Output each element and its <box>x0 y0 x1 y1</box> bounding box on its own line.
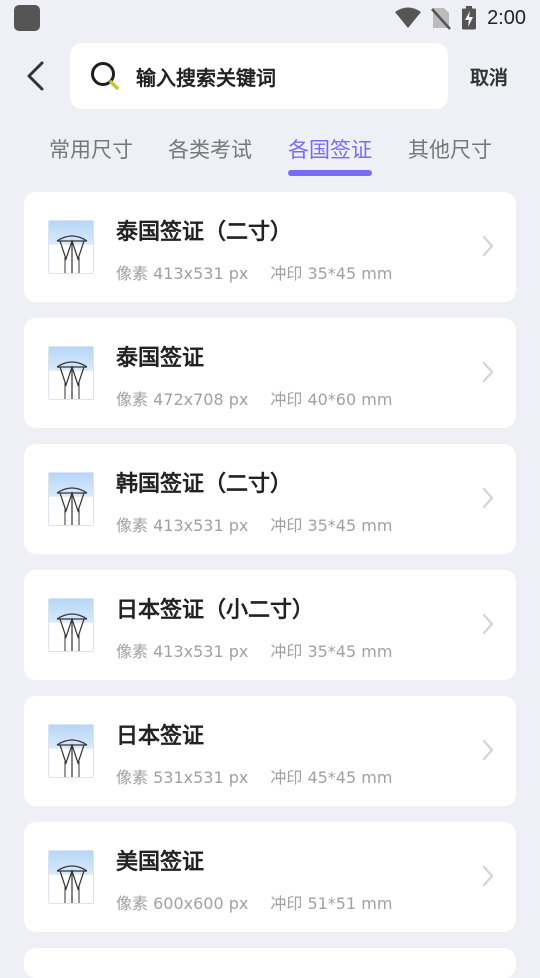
tab-exams[interactable]: 各类考试 <box>168 134 252 164</box>
back-arrow-icon <box>27 61 44 91</box>
list-item[interactable]: 韩国签证（二寸） 像素 413x531 px 冲印 35*45 mm <box>24 444 516 554</box>
visa-size-list: 泰国签证（二寸） 像素 413x531 px 冲印 35*45 mm 泰国签证 像… <box>24 192 516 978</box>
search-icon <box>91 62 119 90</box>
wifi-icon <box>395 7 422 28</box>
list-item[interactable]: 泰国签证 像素 472x708 px 冲印 40*60 mm <box>24 318 516 428</box>
status-bar: 2:00 <box>0 0 540 36</box>
item-pixel-size: 像素 472x708 px <box>116 390 249 409</box>
item-print-size: 冲印 51*51 mm <box>270 894 393 913</box>
item-print-size: 冲印 40*60 mm <box>270 390 393 409</box>
top-bar: 输入搜索关键词 取消 <box>0 42 540 110</box>
item-meta: 像素 413x531 px 冲印 35*45 mm <box>116 260 392 284</box>
list-item[interactable]: 日本签证 像素 531x531 px 冲印 45*45 mm <box>24 696 516 806</box>
photo-thumbnail-icon <box>48 724 94 778</box>
item-pixel-size: 像素 413x531 px <box>116 516 249 535</box>
item-print-size: 冲印 35*45 mm <box>270 264 393 283</box>
list-item[interactable]: 美国签证 像素 600x600 px 冲印 51*51 mm <box>24 822 516 932</box>
chevron-right-icon <box>482 487 494 509</box>
tab-other-sizes[interactable]: 其他尺寸 <box>408 134 492 164</box>
item-print-size: 冲印 35*45 mm <box>270 516 393 535</box>
item-print-size: 冲印 35*45 mm <box>270 642 393 661</box>
item-meta: 像素 600x600 px 冲印 51*51 mm <box>116 890 392 914</box>
tab-visas[interactable]: 各国签证 <box>288 134 372 164</box>
no-sim-icon <box>431 8 451 30</box>
item-meta: 像素 472x708 px 冲印 40*60 mm <box>116 386 392 410</box>
back-button[interactable] <box>0 42 70 110</box>
list-item-partial[interactable] <box>24 948 516 978</box>
item-title: 日本签证 <box>116 724 205 749</box>
search-placeholder: 输入搜索关键词 <box>136 65 276 90</box>
chevron-right-icon <box>482 865 494 887</box>
item-print-size: 冲印 45*45 mm <box>270 768 393 787</box>
item-pixel-size: 像素 413x531 px <box>116 264 249 283</box>
category-tabs: 常用尺寸 各类考试 各国签证 其他尺寸 <box>0 128 540 178</box>
item-pixel-size: 像素 600x600 px <box>116 894 249 913</box>
photo-thumbnail-icon <box>48 346 94 400</box>
item-title: 泰国签证 <box>116 346 205 371</box>
photo-thumbnail-icon <box>48 220 94 274</box>
list-item[interactable]: 日本签证（小二寸） 像素 413x531 px 冲印 35*45 mm <box>24 570 516 680</box>
chevron-right-icon <box>482 235 494 257</box>
photo-thumbnail-icon <box>48 598 94 652</box>
chevron-right-icon <box>482 739 494 761</box>
item-pixel-size: 像素 531x531 px <box>116 768 249 787</box>
battery-charging-icon <box>462 6 477 30</box>
search-input[interactable]: 输入搜索关键词 <box>70 43 448 109</box>
item-meta: 像素 413x531 px 冲印 35*45 mm <box>116 638 392 662</box>
chevron-right-icon <box>482 361 494 383</box>
cancel-button[interactable]: 取消 <box>470 63 508 90</box>
item-title: 美国签证 <box>116 850 205 875</box>
item-title: 泰国签证（二寸） <box>116 220 293 245</box>
tab-common-sizes[interactable]: 常用尺寸 <box>49 134 133 164</box>
photo-thumbnail-icon <box>48 850 94 904</box>
item-meta: 像素 413x531 px 冲印 35*45 mm <box>116 512 392 536</box>
item-title: 韩国签证（二寸） <box>116 472 293 497</box>
item-meta: 像素 531x531 px 冲印 45*45 mm <box>116 764 392 788</box>
status-icons: 2:00 <box>395 6 526 30</box>
photo-thumbnail-icon <box>48 472 94 526</box>
item-pixel-size: 像素 413x531 px <box>116 642 249 661</box>
item-title: 日本签证（小二寸） <box>116 598 315 623</box>
chevron-right-icon <box>482 613 494 635</box>
active-tab-indicator <box>288 170 372 176</box>
status-time: 2:00 <box>487 6 526 29</box>
app-notification-icon <box>14 5 40 31</box>
list-item[interactable]: 泰国签证（二寸） 像素 413x531 px 冲印 35*45 mm <box>24 192 516 302</box>
